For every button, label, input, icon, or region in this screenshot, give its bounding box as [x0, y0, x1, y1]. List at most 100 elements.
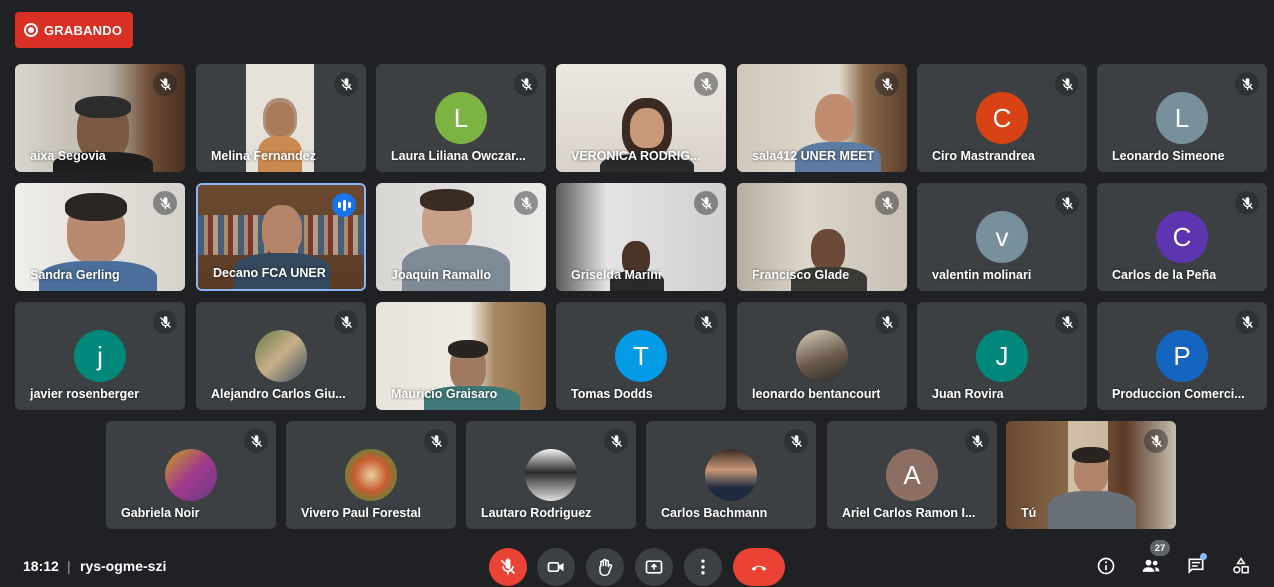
participant-name: valentin molinari [932, 268, 1032, 282]
mic-off-icon [514, 72, 538, 96]
participant-name: Tomas Dodds [571, 387, 653, 401]
participant-tile[interactable]: P Produccion Comerci... [1097, 302, 1267, 410]
toggle-camera-button[interactable] [537, 548, 575, 586]
mic-off-icon [965, 429, 989, 453]
mic-off-icon [784, 429, 808, 453]
toggle-mic-button[interactable] [489, 548, 527, 586]
avatar: L [435, 92, 487, 144]
participant-tile[interactable]: Mauricio Graisaro [376, 302, 546, 410]
mic-off-icon [875, 191, 899, 215]
mic-off-icon [1055, 72, 1079, 96]
activities-button[interactable] [1228, 553, 1254, 579]
avatar: J [976, 330, 1028, 382]
participant-name: Griselda Marini [571, 268, 662, 282]
participant-name: Francisco Glade [752, 268, 850, 282]
participant-tile[interactable]: L Laura Liliana Owczar... [376, 64, 546, 172]
participant-name: Tú [1021, 506, 1037, 520]
avatar: C [1156, 211, 1208, 263]
participant-name: Melina Fernandez [211, 149, 316, 163]
avatar-photo [796, 330, 848, 382]
participant-tile[interactable]: J Juan Rovira [917, 302, 1087, 410]
recording-badge: GRABANDO [15, 12, 133, 48]
participant-name: Ciro Mastrandrea [932, 149, 1035, 163]
self-view-tile[interactable]: Tú [1006, 421, 1176, 529]
recording-label: GRABANDO [44, 22, 123, 38]
avatar: j [74, 330, 126, 382]
speaking-indicator-icon [332, 193, 356, 217]
participant-name: javier rosenberger [30, 387, 140, 401]
participant-tile[interactable]: Joaquin Ramallo [376, 183, 546, 291]
people-button[interactable] [1138, 553, 1164, 579]
avatar-photo [705, 449, 757, 501]
avatar: T [615, 330, 667, 382]
record-icon [24, 23, 38, 37]
participant-tile[interactable]: Carlos Bachmann [646, 421, 816, 529]
mic-off-icon [1055, 191, 1079, 215]
participant-name: Ariel Carlos Ramon I... [842, 506, 976, 520]
raise-hand-button[interactable] [586, 548, 624, 586]
mic-off-icon [153, 72, 177, 96]
participant-name: aixa Segovia [30, 149, 106, 163]
mic-off-icon [514, 191, 538, 215]
mic-off-icon [1235, 191, 1259, 215]
participant-tile[interactable]: VERONICA RODRIG... [556, 64, 726, 172]
participant-tile[interactable]: v valentin molinari [917, 183, 1087, 291]
participant-name: Gabriela Noir [121, 506, 200, 520]
present-screen-button[interactable] [635, 548, 673, 586]
participant-name: sala412 UNER MEET [752, 149, 875, 163]
mic-off-icon [875, 310, 899, 334]
participant-tile[interactable]: C Ciro Mastrandrea [917, 64, 1087, 172]
participant-tile[interactable]: Alejandro Carlos Giu... [196, 302, 366, 410]
mic-off-icon [875, 72, 899, 96]
avatar-photo [525, 449, 577, 501]
mic-off-icon [244, 429, 268, 453]
meeting-details-button[interactable] [1093, 553, 1119, 579]
participant-tile[interactable]: Decano FCA UNER [196, 183, 366, 291]
participant-name: Mauricio Graisaro [391, 387, 498, 401]
participant-tile[interactable]: aixa Segovia [15, 64, 185, 172]
participant-tile[interactable]: A Ariel Carlos Ramon I... [827, 421, 997, 529]
meeting-code: rys-ogme-szi [80, 558, 167, 574]
participant-tile[interactable]: j javier rosenberger [15, 302, 185, 410]
participant-count-badge: 27 [1150, 540, 1170, 556]
avatar: P [1156, 330, 1208, 382]
chat-notification-dot [1200, 553, 1207, 560]
participant-tile[interactable]: Melina Fernandez [196, 64, 366, 172]
mic-off-icon [694, 191, 718, 215]
participant-tile[interactable]: Sandra Gerling [15, 183, 185, 291]
mic-off-icon [424, 429, 448, 453]
participant-name: Decano FCA UNER [213, 266, 326, 280]
activities-icon [1233, 557, 1249, 574]
participant-tile[interactable]: L Leonardo Simeone [1097, 64, 1267, 172]
participant-tile[interactable]: leonardo bentancourt [737, 302, 907, 410]
mic-off-icon [1144, 429, 1168, 453]
participant-tile[interactable]: Gabriela Noir [106, 421, 276, 529]
participant-tile[interactable]: Lautaro Rodriguez [466, 421, 636, 529]
participant-tile[interactable]: C Carlos de la Peña [1097, 183, 1267, 291]
avatar: L [1156, 92, 1208, 144]
participant-name: leonardo bentancourt [752, 387, 881, 401]
mic-off-icon [334, 310, 358, 334]
participant-name: Produccion Comerci... [1112, 387, 1245, 401]
participant-name: Alejandro Carlos Giu... [211, 387, 346, 401]
mic-off-icon [334, 72, 358, 96]
avatar: C [976, 92, 1028, 144]
participant-name: Lautaro Rodriguez [481, 506, 592, 520]
more-options-button[interactable] [684, 548, 722, 586]
participant-tile[interactable]: T Tomas Dodds [556, 302, 726, 410]
participant-tile[interactable]: sala412 UNER MEET [737, 64, 907, 172]
participant-tile[interactable]: Francisco Glade [737, 183, 907, 291]
participant-tile[interactable]: Vivero Paul Forestal [286, 421, 456, 529]
leave-call-button[interactable] [733, 548, 785, 586]
participant-name: Carlos de la Peña [1112, 268, 1217, 282]
people-icon [1142, 559, 1160, 572]
mic-off-icon [500, 558, 516, 575]
participant-name: Juan Rovira [932, 387, 1004, 401]
meeting-clock: 18:12 [23, 558, 59, 574]
mic-off-icon [694, 310, 718, 334]
avatar-photo [165, 449, 217, 501]
mic-off-icon [694, 72, 718, 96]
participant-tile[interactable]: Griselda Marini [556, 183, 726, 291]
avatar: v [976, 211, 1028, 263]
more-vert-icon [701, 559, 705, 575]
